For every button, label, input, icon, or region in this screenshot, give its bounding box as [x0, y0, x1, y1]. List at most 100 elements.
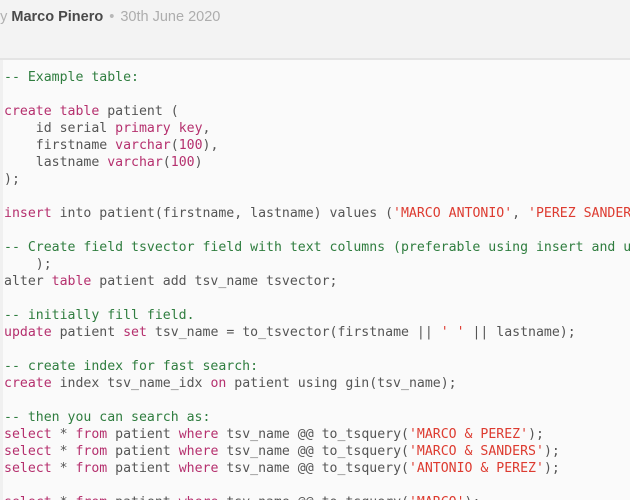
code-token-kw: varchar: [115, 138, 171, 153]
code-token-pl: patient: [51, 325, 124, 340]
code-token-pl: );: [4, 257, 52, 272]
code-token-kw: update: [4, 325, 52, 340]
code-line: id serial primary key,: [4, 120, 630, 137]
code-line: insert into patient(firstname, lastname)…: [4, 205, 630, 222]
code-token-kw: table: [59, 104, 100, 119]
code-token-pl: tsv_name @@ to_tsquery(: [218, 444, 409, 459]
code-token-num: 100: [170, 155, 195, 170]
code-token-cm: -- Create field tsvector field with text…: [4, 240, 630, 255]
code-line: ​: [4, 222, 630, 239]
code-token-cm: -- create index for fast search:: [4, 359, 259, 374]
code-token-kw: where: [178, 444, 219, 459]
code-token-str: 'ANTONIO & PEREZ': [408, 461, 544, 476]
code-line: firstname varchar(100),: [4, 137, 630, 154]
article-meta-header: by Marco Pinero • 30th June 2020: [0, 0, 630, 60]
code-token-kw: primary: [115, 121, 171, 136]
code-token-pl: tsv_name @@ to_tsquery(: [218, 495, 409, 500]
code-token-str: 'MARCO ANTONIO': [393, 206, 513, 221]
code-line: ​: [4, 477, 630, 494]
code-line: );: [4, 256, 630, 273]
code-line: select * from patient where tsv_name @@ …: [4, 443, 630, 460]
code-line: update patient set tsv_name = to_tsvecto…: [4, 324, 630, 341]
code-token-kw: select: [4, 444, 52, 459]
code-token-pl: patient using gin(tsv_name);: [226, 376, 457, 391]
article-code-view: by Marco Pinero • 30th June 2020 -- Exam…: [0, 0, 630, 500]
byline: by Marco Pinero • 30th June 2020: [0, 7, 220, 27]
code-token-cm: -- then you can search as:: [4, 410, 211, 425]
code-line: -- Example table:: [4, 69, 630, 86]
code-line: );: [4, 171, 630, 188]
byline-author[interactable]: Marco Pinero: [11, 9, 103, 25]
code-token-pl: ),: [202, 138, 219, 153]
code-token-pl: patient (: [99, 104, 179, 119]
byline-by-label: by: [0, 9, 8, 25]
code-token-kw: create: [4, 104, 52, 119]
code-line: ​: [4, 341, 630, 358]
code-line: -- initially fill field.: [4, 307, 630, 324]
code-token-pl: );: [528, 427, 544, 442]
code-token-pl: );: [543, 461, 560, 476]
code-token-kw: table: [51, 274, 92, 289]
code-token-kw: from: [75, 444, 108, 459]
code-token-kw: from: [75, 427, 108, 442]
code-token-kw: where: [178, 461, 219, 476]
code-token-pl: patient: [107, 427, 179, 442]
code-line: lastname varchar(100): [4, 154, 630, 171]
code-token-kw: where: [179, 495, 219, 500]
byline-separator: •: [109, 9, 115, 25]
code-token-pl: into patient(firstname, lastname) values…: [51, 206, 394, 221]
code-token-pl: patient: [107, 495, 178, 500]
code-token-pl: ,: [202, 121, 211, 136]
code-token-kw: select: [4, 427, 52, 442]
code-token-pl: index tsv_name_idx: [51, 376, 211, 391]
code-scroll-area[interactable]: -- Example table:​create table patient (…: [4, 69, 630, 500]
code-line: ​: [4, 392, 630, 409]
code-token-cm: -- initially fill field.: [4, 308, 195, 323]
code-token-kw: select: [4, 495, 52, 500]
code-token-pl: patient add tsv_name tsvector;: [91, 274, 338, 289]
code-token-pl: *: [51, 461, 76, 476]
code-gutter-strip: [0, 60, 3, 500]
code-block[interactable]: -- Example table:​create table patient (…: [0, 60, 630, 500]
code-token-str: 'MARCO': [409, 495, 465, 500]
code-token-pl: *: [51, 444, 76, 459]
code-token-pl: );: [543, 444, 560, 459]
code-line: create table patient (: [4, 103, 630, 120]
code-line: select * from patient where tsv_name @@ …: [4, 426, 630, 443]
code-token-pl: );: [465, 495, 481, 500]
code-token-pl: patient: [107, 444, 179, 459]
code-token-pl: *: [52, 495, 76, 500]
code-token-kw: from: [75, 461, 108, 476]
code-token-pl: *: [51, 427, 76, 442]
code-token-cm: -- Example table:: [4, 70, 139, 85]
code-token-str: 'PEREZ SANDERS': [528, 206, 630, 221]
code-token-kw: create: [4, 376, 52, 391]
code-token-num: 100: [178, 138, 203, 153]
code-token-str: 'MARCO & SANDERS': [408, 444, 544, 459]
code-token-kw: insert: [4, 206, 52, 221]
byline-date: 30th June 2020: [120, 9, 221, 25]
code-line: alter table patient add tsv_name tsvecto…: [4, 273, 630, 290]
sql-code: -- Example table:​create table patient (…: [4, 69, 630, 500]
code-token-pl: (: [162, 155, 171, 170]
code-token-pl: tsv_name @@ to_tsquery(: [218, 427, 409, 442]
code-token-kw: from: [75, 495, 107, 500]
code-token-pl: tsv_name = to_tsvector(firstname ||: [146, 325, 441, 340]
code-token-pl: id serial: [4, 121, 116, 136]
code-token-pl: ,: [512, 206, 529, 221]
code-token-kw: where: [178, 427, 219, 442]
code-line: create index tsv_name_idx on patient usi…: [4, 375, 630, 392]
code-token-kw: on: [210, 376, 227, 391]
code-line: select * from patient where tsv_name @@ …: [4, 494, 630, 500]
code-token-pl: ): [194, 155, 203, 170]
code-line: ​: [4, 290, 630, 307]
code-line: select * from patient where tsv_name @@ …: [4, 460, 630, 477]
code-token-str: 'MARCO & PEREZ': [408, 427, 529, 442]
code-token-kw: set: [123, 325, 147, 340]
code-token-kw: key: [178, 121, 203, 136]
code-token-kw: varchar: [107, 155, 163, 170]
code-line: -- then you can search as:: [4, 409, 630, 426]
code-token-pl: || lastname);: [464, 325, 576, 340]
code-token-pl: (: [170, 138, 179, 153]
